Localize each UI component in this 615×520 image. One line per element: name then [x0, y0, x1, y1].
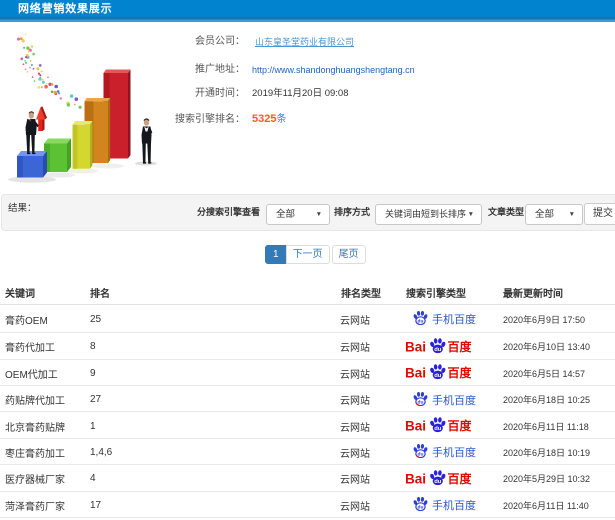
- svg-text:du: du: [434, 479, 442, 485]
- svg-text:百度: 百度: [448, 339, 472, 354]
- svg-text:du: du: [418, 399, 424, 405]
- svg-text:du: du: [434, 347, 442, 353]
- svg-text:Bai: Bai: [406, 471, 426, 486]
- svg-text:百度: 百度: [448, 471, 472, 486]
- svg-text:Bai: Bai: [406, 339, 426, 354]
- svg-text:du: du: [434, 373, 442, 379]
- svg-text:百度: 百度: [448, 418, 472, 433]
- svg-text:Bai: Bai: [406, 419, 426, 434]
- svg-text:du: du: [418, 319, 424, 325]
- svg-text:Bai: Bai: [406, 366, 426, 381]
- svg-text:百度: 百度: [448, 365, 472, 380]
- svg-text:du: du: [418, 505, 424, 511]
- svg-text:du: du: [418, 452, 424, 458]
- svg-text:du: du: [434, 426, 442, 432]
